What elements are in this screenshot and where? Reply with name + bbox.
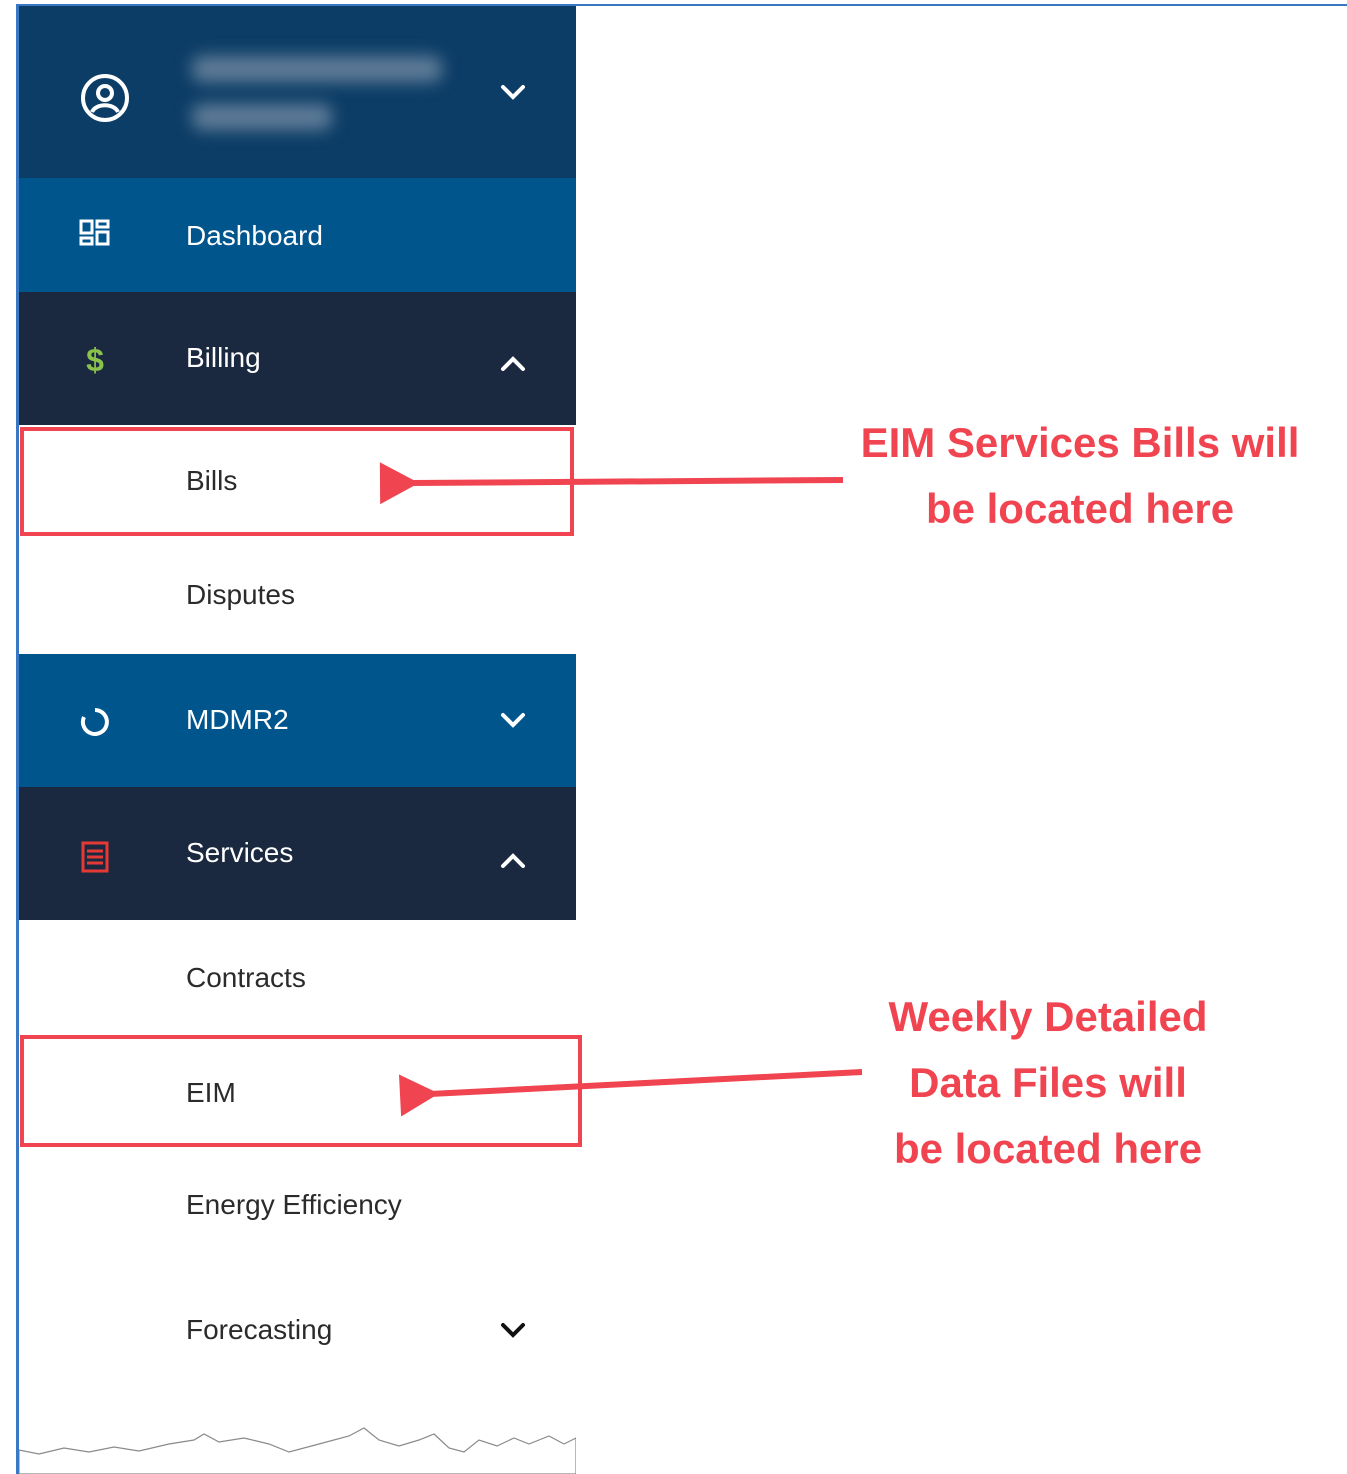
dollar-icon: $ — [86, 341, 104, 378]
nav-sublabel-contracts: Contracts — [186, 962, 306, 993]
nav-subitem-contracts[interactable]: Contracts — [19, 922, 576, 1034]
eim-callout-line-1: Weekly Detailed — [888, 993, 1208, 1040]
document-list-icon — [77, 839, 113, 875]
nav-subitem-forecasting[interactable]: Forecasting — [19, 1274, 576, 1386]
chevron-up-icon[interactable] — [495, 346, 531, 382]
bills-callout-line-1: EIM Services Bills will — [860, 419, 1300, 466]
chevron-down-icon[interactable] — [495, 702, 531, 738]
nav-item-dashboard[interactable]: Dashboard — [19, 178, 576, 292]
chevron-down-icon[interactable] — [495, 74, 531, 110]
nav-label-dashboard: Dashboard — [186, 220, 323, 251]
torn-edge — [19, 1427, 576, 1474]
chevron-down-icon[interactable] — [495, 1312, 531, 1348]
nav-label-mdmr2: MDMR2 — [186, 704, 289, 735]
account-switcher[interactable] — [19, 6, 576, 178]
bills-callout: EIM Services Bills will be located here — [845, 410, 1315, 542]
nav-subitem-disputes[interactable]: Disputes — [19, 539, 576, 651]
eim-callout-line-2: Data Files will — [909, 1059, 1187, 1106]
sidebar: Dashboard $ Billing Bills Disputes MDMR2… — [19, 6, 576, 1474]
nav-item-billing[interactable]: $ Billing — [19, 292, 576, 425]
bills-callout-line-2: be located here — [925, 485, 1235, 532]
bills-highlight-box — [20, 427, 574, 536]
nav-subitem-energy-efficiency[interactable]: Energy Efficiency — [19, 1149, 576, 1261]
nav-sublabel-forecasting: Forecasting — [186, 1314, 333, 1345]
eim-callout: Weekly Detailed Data Files will be locat… — [848, 984, 1248, 1182]
nav-label-services: Services — [186, 837, 294, 868]
account-name-redacted — [184, 48, 454, 143]
nav-sublabel-energy-efficiency: Energy Efficiency — [186, 1189, 402, 1220]
chevron-up-icon[interactable] — [495, 843, 531, 879]
circle-refresh-icon — [77, 704, 113, 740]
nav-item-mdmr2[interactable]: MDMR2 — [19, 654, 576, 787]
nav-item-services[interactable]: Services — [19, 787, 576, 920]
user-circle-icon — [79, 72, 131, 124]
nav-sublabel-disputes: Disputes — [186, 579, 295, 610]
eim-highlight-box — [20, 1035, 582, 1147]
nav-label-billing: Billing — [186, 342, 261, 373]
eim-callout-line-3: be located here — [893, 1125, 1203, 1172]
dashboard-grid-icon — [77, 217, 113, 253]
